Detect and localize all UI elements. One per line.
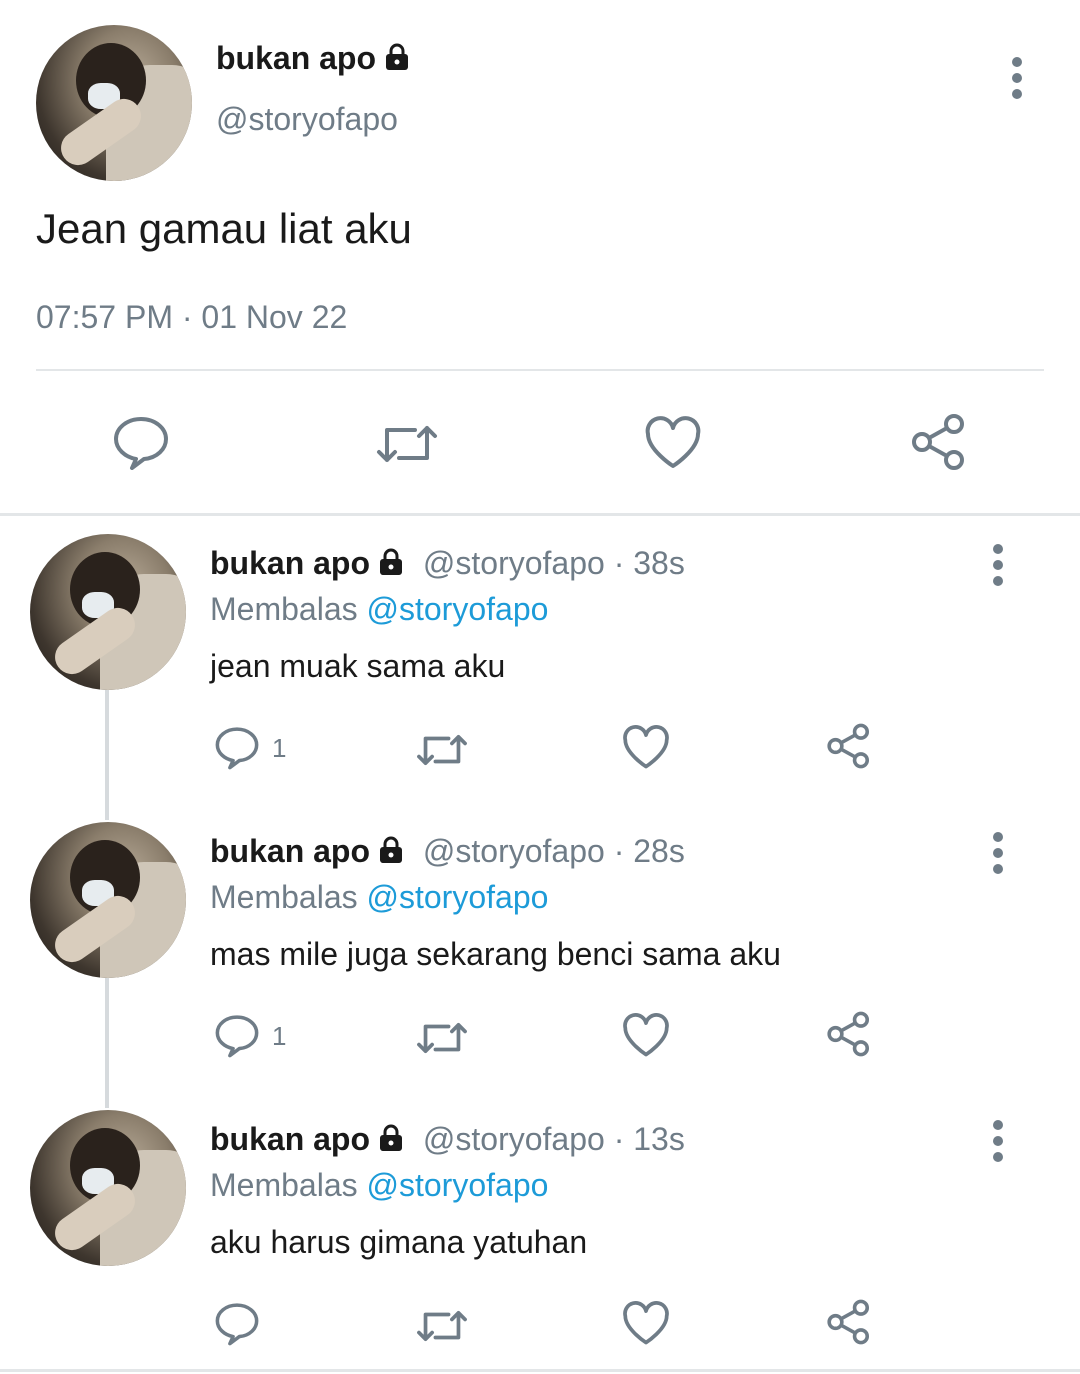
like-button[interactable] — [622, 725, 670, 770]
reply-header: bukan apo @storyofapo · 28s — [210, 833, 685, 872]
like-button[interactable] — [622, 1301, 670, 1346]
more-vertical-icon[interactable] — [993, 832, 1005, 880]
avatar[interactable] — [30, 534, 186, 690]
more-vertical-icon[interactable] — [1012, 57, 1024, 105]
handle-time: @storyofapo · 38s — [422, 545, 685, 581]
display-name-text: bukan apo — [216, 40, 377, 76]
reply-text: aku harus gimana yatuhan — [210, 1224, 588, 1260]
reply-button[interactable] — [214, 726, 260, 770]
retweet-icon — [377, 426, 437, 462]
share-button[interactable] — [910, 413, 968, 471]
reply-header: bukan apo @storyofapo · 38s — [210, 545, 685, 584]
lock-icon — [378, 547, 404, 584]
display-name[interactable]: bukan apo — [210, 833, 370, 869]
share-button[interactable] — [826, 1299, 872, 1345]
reply-count: 1 — [272, 733, 287, 763]
heart-icon — [623, 1301, 669, 1345]
reply-text: mas mile juga sekarang benci sama aku — [210, 936, 781, 972]
tweet-text: Jean gamau liat aku — [36, 205, 412, 252]
retweet-icon — [417, 734, 467, 766]
share-button[interactable] — [826, 1011, 872, 1057]
thread-line — [105, 690, 109, 820]
like-button[interactable] — [622, 1013, 670, 1058]
more-vertical-icon[interactable] — [993, 544, 1005, 592]
display-name[interactable]: bukan apo — [216, 40, 410, 79]
replying-to: Membalas @storyofapo — [210, 591, 548, 628]
more-vertical-icon[interactable] — [993, 1120, 1005, 1168]
section-divider — [0, 513, 1080, 516]
share-button[interactable] — [826, 723, 872, 769]
replying-label: Membalas — [210, 591, 358, 627]
retweet-button[interactable] — [414, 1306, 470, 1346]
handle[interactable]: @storyofapo — [216, 101, 398, 138]
heart-icon — [623, 1013, 669, 1057]
mention-link[interactable]: @storyofapo — [367, 1167, 549, 1203]
share-icon — [827, 1011, 870, 1057]
share-icon — [827, 723, 870, 769]
replying-label: Membalas — [210, 1167, 358, 1203]
thread-line — [105, 978, 109, 1108]
retweet-icon — [417, 1022, 467, 1054]
reply-button[interactable] — [214, 1302, 260, 1346]
share-icon — [827, 1299, 870, 1345]
replying-to: Membalas @storyofapo — [210, 1167, 548, 1204]
lock-icon — [384, 42, 410, 79]
like-button[interactable] — [644, 416, 702, 470]
mention-link[interactable]: @storyofapo — [367, 591, 549, 627]
retweet-button[interactable] — [414, 730, 470, 770]
reply-header: bukan apo @storyofapo · 13s — [210, 1121, 685, 1160]
mention-link[interactable]: @storyofapo — [367, 879, 549, 915]
avatar[interactable] — [36, 25, 192, 181]
speech-bubble-icon — [215, 727, 259, 770]
speech-bubble-icon — [215, 1303, 259, 1346]
share-icon — [912, 414, 964, 470]
replying-label: Membalas — [210, 879, 358, 915]
speech-bubble-icon — [215, 1015, 259, 1058]
avatar[interactable] — [30, 822, 186, 978]
heart-icon — [645, 416, 701, 468]
retweet-button[interactable] — [373, 420, 441, 468]
lock-icon — [378, 1123, 404, 1160]
speech-bubble-icon — [114, 417, 168, 470]
lock-icon — [378, 835, 404, 872]
divider — [0, 1369, 1080, 1372]
display-name[interactable]: bukan apo — [210, 1121, 370, 1157]
retweet-button[interactable] — [414, 1018, 470, 1058]
divider — [36, 369, 1044, 371]
handle-time: @storyofapo · 13s — [422, 1121, 685, 1157]
reply-text: jean muak sama aku — [210, 648, 506, 684]
heart-icon — [623, 725, 669, 769]
retweet-icon — [417, 1310, 467, 1342]
replying-to: Membalas @storyofapo — [210, 879, 548, 916]
display-name[interactable]: bukan apo — [210, 545, 370, 581]
tweet-timestamp[interactable]: 07:57 PM · 01 Nov 22 — [36, 299, 347, 336]
handle-time: @storyofapo · 28s — [422, 833, 685, 869]
reply-button[interactable] — [112, 415, 170, 471]
avatar[interactable] — [30, 1110, 186, 1266]
reply-count: 1 — [272, 1021, 287, 1051]
reply-button[interactable] — [214, 1014, 260, 1058]
